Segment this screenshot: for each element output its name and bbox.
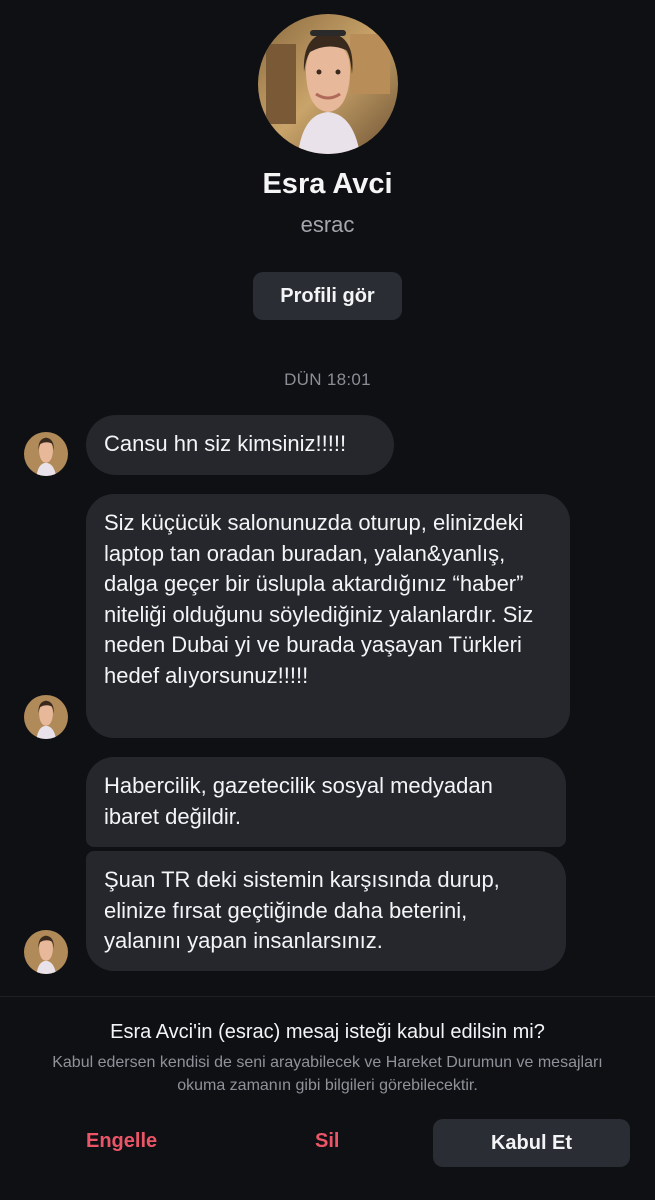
view-profile-button[interactable]: Profili gör [253, 272, 402, 320]
profile-name: Esra Avci [262, 168, 393, 200]
profile-username: esrac [300, 212, 355, 237]
request-info: Kabul edersen kendisi de seni arayabilec… [52, 1054, 603, 1094]
message-bubble[interactable]: Cansu hn siz kimsiniz!!!!! [86, 415, 394, 475]
message-bubble[interactable]: Şuan TR deki sistemin karşısında durup, … [86, 851, 566, 971]
profile-photo-icon [24, 695, 68, 739]
profile-avatar[interactable] [258, 14, 398, 154]
sender-avatar [24, 432, 68, 476]
block-button[interactable]: Engelle [86, 1130, 157, 1153]
sender-avatar [24, 930, 68, 974]
delete-button[interactable]: Sil [315, 1130, 339, 1153]
sender-avatar [24, 695, 68, 739]
accept-button[interactable]: Kabul Et [433, 1119, 630, 1167]
message-bubble[interactable]: Siz küçücük salonunuzda oturup, elinizde… [86, 494, 570, 738]
request-question: Esra Avci'in (esrac) mesaj isteği kabul … [110, 1021, 545, 1043]
profile-photo-icon [258, 14, 398, 154]
message-bubble[interactable]: Habercilik, gazetecilik sosyal medyadan … [86, 757, 566, 847]
message-timestamp: DÜN 18:01 [284, 370, 371, 389]
profile-photo-icon [24, 432, 68, 476]
divider [0, 996, 655, 997]
profile-photo-icon [24, 930, 68, 974]
